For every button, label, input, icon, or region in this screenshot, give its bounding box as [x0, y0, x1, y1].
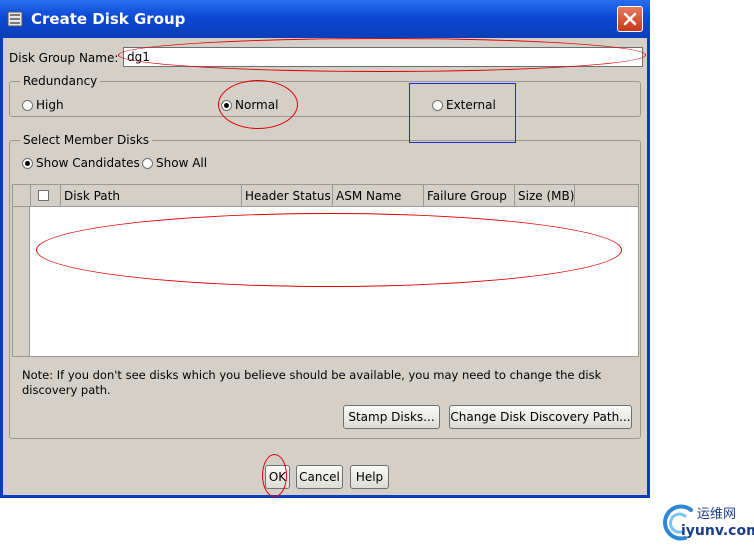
redundancy-group: Redundancy High Normal External — [9, 74, 641, 117]
watermark-line2: iyunv.com — [681, 523, 754, 539]
radio-show-candidates[interactable]: Show Candidates — [22, 156, 140, 170]
select-all-cell — [31, 185, 61, 207]
radio-external[interactable]: External — [432, 98, 496, 112]
table-header-rownum — [13, 185, 31, 207]
radio-normal-label: Normal — [235, 98, 279, 112]
radio-normal[interactable]: Normal — [221, 98, 278, 112]
radio-normal-indicator — [221, 99, 232, 111]
member-disks-legend: Select Member Disks — [20, 133, 153, 147]
radio-external-indicator — [432, 99, 443, 111]
column-failure-group[interactable]: Failure Group — [424, 185, 515, 207]
stamp-disks-button[interactable]: Stamp Disks... — [343, 405, 440, 429]
radio-show-all[interactable]: Show All — [142, 156, 207, 170]
disk-table[interactable]: Disk Path Header Status ASM Name Failure… — [12, 184, 639, 357]
discovery-note: Note: If you don't see disks which you b… — [22, 368, 602, 397]
radio-external-label: External — [446, 98, 496, 112]
dialog-icon — [7, 11, 23, 27]
redundancy-legend: Redundancy — [20, 74, 101, 88]
disk-group-name-input[interactable] — [123, 47, 643, 67]
close-icon — [623, 12, 637, 26]
radio-show-candidates-label: Show Candidates — [36, 156, 140, 170]
cancel-button[interactable]: Cancel — [296, 465, 343, 489]
dialog-title: Create Disk Group — [31, 10, 186, 28]
column-size[interactable]: Size (MB) — [515, 185, 575, 207]
row-header-strip — [13, 207, 30, 356]
title-bar[interactable]: Create Disk Group — [0, 0, 650, 38]
radio-show-all-label: Show All — [156, 156, 208, 170]
column-asm-name[interactable]: ASM Name — [333, 185, 424, 207]
dialog-window: Create Disk Group Disk Group Name: Redun… — [0, 0, 650, 498]
column-header-status[interactable]: Header Status — [242, 185, 333, 207]
change-discovery-path-button[interactable]: Change Disk Discovery Path... — [449, 405, 632, 429]
watermark-line1: 运维网 — [697, 507, 737, 522]
radio-high[interactable]: High — [22, 98, 64, 112]
table-header: Disk Path Header Status ASM Name Failure… — [13, 185, 638, 207]
help-button[interactable]: Help — [350, 465, 389, 489]
close-button[interactable] — [617, 6, 643, 32]
radio-high-indicator — [22, 99, 33, 111]
disk-group-name-label: Disk Group Name: — [9, 51, 119, 65]
radio-show-candidates-indicator — [22, 157, 33, 169]
ok-button[interactable]: OK — [265, 465, 290, 489]
radio-high-label: High — [36, 98, 64, 112]
radio-show-all-indicator — [142, 157, 153, 169]
column-disk-path[interactable]: Disk Path — [61, 185, 242, 207]
select-all-checkbox[interactable] — [38, 190, 49, 201]
watermark-logo: 运维网 iyunv.com — [655, 500, 754, 544]
dialog-body: Disk Group Name: Redundancy High Normal … — [3, 38, 647, 497]
